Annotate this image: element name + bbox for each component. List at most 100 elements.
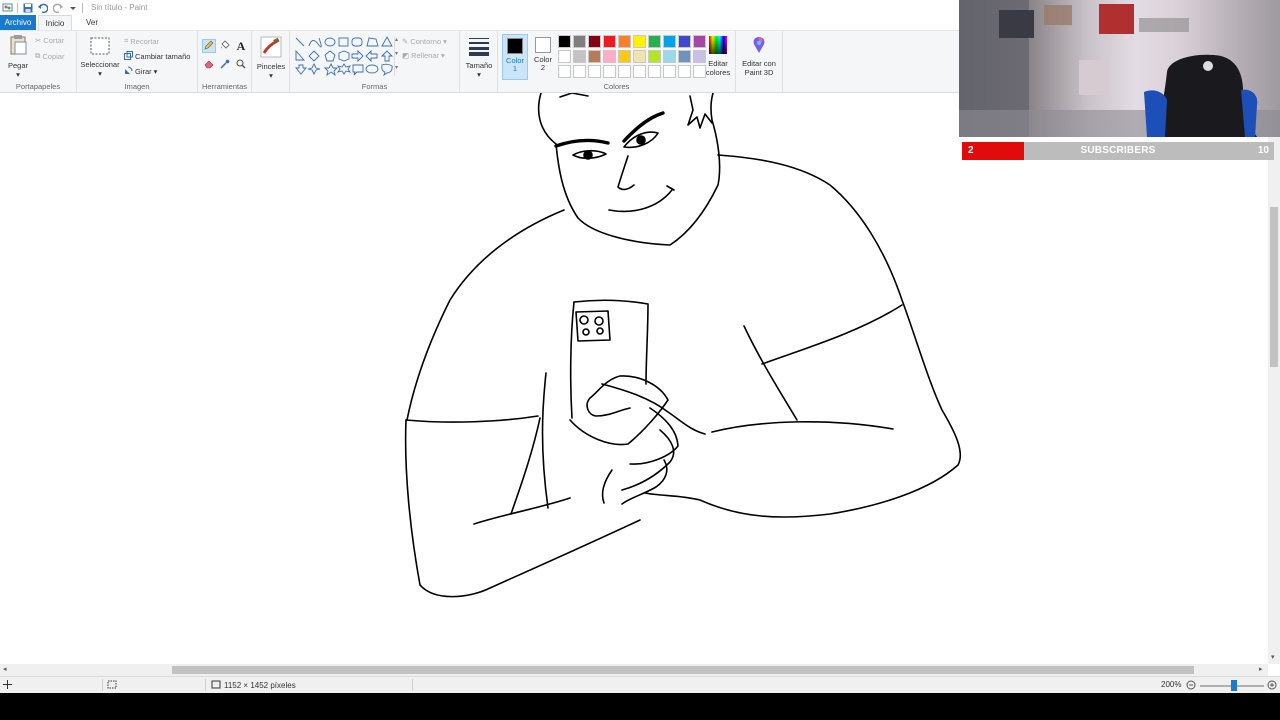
subscribers-current: 2	[968, 145, 974, 156]
palette-swatch[interactable]	[633, 50, 646, 63]
zoom-level-text: 200%	[1161, 680, 1182, 689]
scroll-left-icon[interactable]: ◂	[3, 665, 7, 673]
zoom-slider-thumb[interactable]	[1231, 680, 1237, 691]
fill-button[interactable]: ◩ Rellenar ▾	[402, 51, 445, 60]
vertical-scroll-thumb[interactable]	[1270, 207, 1278, 367]
eraser-tool[interactable]	[202, 58, 216, 72]
left-sleeve-line	[405, 415, 539, 423]
palette-swatch[interactable]	[558, 50, 571, 63]
crop-button[interactable]: ⌗ Recortar	[124, 36, 159, 46]
fill-tool[interactable]	[218, 39, 232, 53]
palette-swatch[interactable]	[633, 35, 646, 48]
size-button[interactable]: Tamaño ▾	[465, 36, 493, 79]
horizontal-scrollbar[interactable]: ◂ ▸	[0, 664, 1268, 676]
paste-button[interactable]: Pegar ▾	[4, 34, 32, 79]
redo-icon[interactable]	[52, 2, 63, 13]
left-shoulder	[406, 209, 565, 421]
color-picker-tool[interactable]	[218, 58, 232, 72]
shapes-gallery-scroll[interactable]: ▴ ▾ ▾	[394, 36, 400, 76]
edit-with-paint3d-button[interactable]: Editar con Paint 3D	[739, 35, 779, 77]
rotate-button[interactable]: Girar ▾	[124, 66, 157, 77]
text-tool[interactable]: A	[234, 39, 248, 53]
edit-colors-label-line2: colores	[705, 68, 731, 77]
tab-view[interactable]: Ver	[80, 15, 104, 30]
separator	[205, 679, 206, 691]
cut-button[interactable]: ✂ Cortar	[35, 36, 64, 45]
palette-swatch[interactable]	[648, 35, 661, 48]
palette-swatch[interactable]	[588, 65, 601, 78]
right-shoulder	[717, 154, 962, 466]
customize-quick-access-icon[interactable]	[67, 2, 78, 13]
palette-swatch[interactable]	[648, 65, 661, 78]
zoom-out-icon[interactable]	[1186, 680, 1196, 692]
save-icon[interactable]	[22, 2, 33, 13]
color1-button[interactable]: Color 1	[502, 34, 528, 80]
eraser-icon	[204, 59, 214, 71]
brushes-label: Pinceles	[256, 62, 286, 71]
chevron-down-icon: ▾	[395, 51, 399, 57]
palette-swatch[interactable]	[618, 35, 631, 48]
palette-swatch[interactable]	[678, 65, 691, 78]
palette-swatch[interactable]	[678, 50, 691, 63]
scroll-down-icon[interactable]: ▾	[1271, 653, 1275, 661]
webcam-overlay	[959, 0, 1280, 137]
left-arm-inner	[541, 372, 549, 509]
palette-swatch[interactable]	[558, 35, 571, 48]
scroll-right-icon[interactable]: ▸	[1259, 665, 1263, 673]
palette-swatch[interactable]	[648, 50, 661, 63]
palette-swatch[interactable]	[573, 35, 586, 48]
cut-label: Cortar	[43, 36, 65, 45]
palette-swatch[interactable]	[603, 65, 616, 78]
color2-swatch	[535, 37, 551, 53]
shapes-gallery[interactable]	[294, 36, 394, 78]
palette-swatch[interactable]	[633, 65, 646, 78]
tab-file[interactable]: Archivo	[0, 15, 36, 30]
pencil-tool[interactable]	[202, 39, 216, 53]
tools-group-label: Herramientas	[201, 82, 247, 91]
palette-swatch[interactable]	[588, 50, 601, 63]
paint-app-icon	[2, 2, 13, 13]
palette-swatch[interactable]	[573, 50, 586, 63]
tab-home[interactable]: Inicio	[38, 15, 72, 30]
palette-swatch[interactable]	[663, 50, 676, 63]
palette-swatch[interactable]	[618, 50, 631, 63]
phone-lens	[579, 315, 589, 325]
shapes-group-label: Formas	[361, 82, 388, 91]
subscriber-goal-bar: SUBSCRIBERS 2 10	[962, 142, 1274, 160]
select-button[interactable]: Seleccionar ▾	[80, 37, 120, 78]
brushes-button[interactable]: Pinceles ▾	[256, 36, 286, 80]
palette-swatch[interactable]	[603, 50, 616, 63]
drawing-canvas[interactable]	[0, 93, 1268, 664]
undo-icon[interactable]	[37, 2, 48, 13]
palette-swatch[interactable]	[618, 65, 631, 78]
right-arm-inner	[743, 325, 798, 421]
zoom-in-icon[interactable]	[1267, 680, 1277, 692]
palette-swatch[interactable]	[663, 65, 676, 78]
edit-colors-button[interactable]: Editar colores	[703, 35, 733, 77]
palette-swatch[interactable]	[678, 35, 691, 48]
right-forearm-bottom	[644, 464, 959, 518]
palette-swatch[interactable]	[588, 35, 601, 48]
palette-swatch[interactable]	[663, 35, 676, 48]
palette-swatch[interactable]	[603, 35, 616, 48]
magnifier-tool[interactable]	[234, 58, 248, 72]
chevron-down-icon: ▾	[98, 69, 102, 78]
head-outline	[537, 93, 557, 145]
chevron-down-icon: ▾	[16, 70, 20, 79]
resize-label: Cambiar tamaño	[135, 52, 191, 61]
size-label: Tamaño	[465, 61, 493, 70]
outline-button[interactable]: ✎ Contorno ▾	[402, 37, 447, 46]
canvas-size-text: 1152 × 1452 píxeles	[224, 681, 296, 690]
vertical-scrollbar[interactable]: ▾	[1268, 93, 1280, 664]
copy-button[interactable]: ⧉ Copiar	[35, 51, 64, 61]
rotate-label: Girar	[135, 67, 152, 76]
horizontal-scroll-thumb[interactable]	[172, 666, 1194, 674]
brush-icon	[260, 36, 282, 60]
mouth	[608, 189, 673, 213]
color2-button[interactable]: Color 2	[530, 34, 556, 80]
select-label: Seleccionar	[80, 60, 120, 69]
palette-swatch[interactable]	[558, 65, 571, 78]
right-pupil	[636, 135, 646, 145]
resize-button[interactable]: Cambiar tamaño	[124, 51, 190, 62]
palette-swatch[interactable]	[573, 65, 586, 78]
